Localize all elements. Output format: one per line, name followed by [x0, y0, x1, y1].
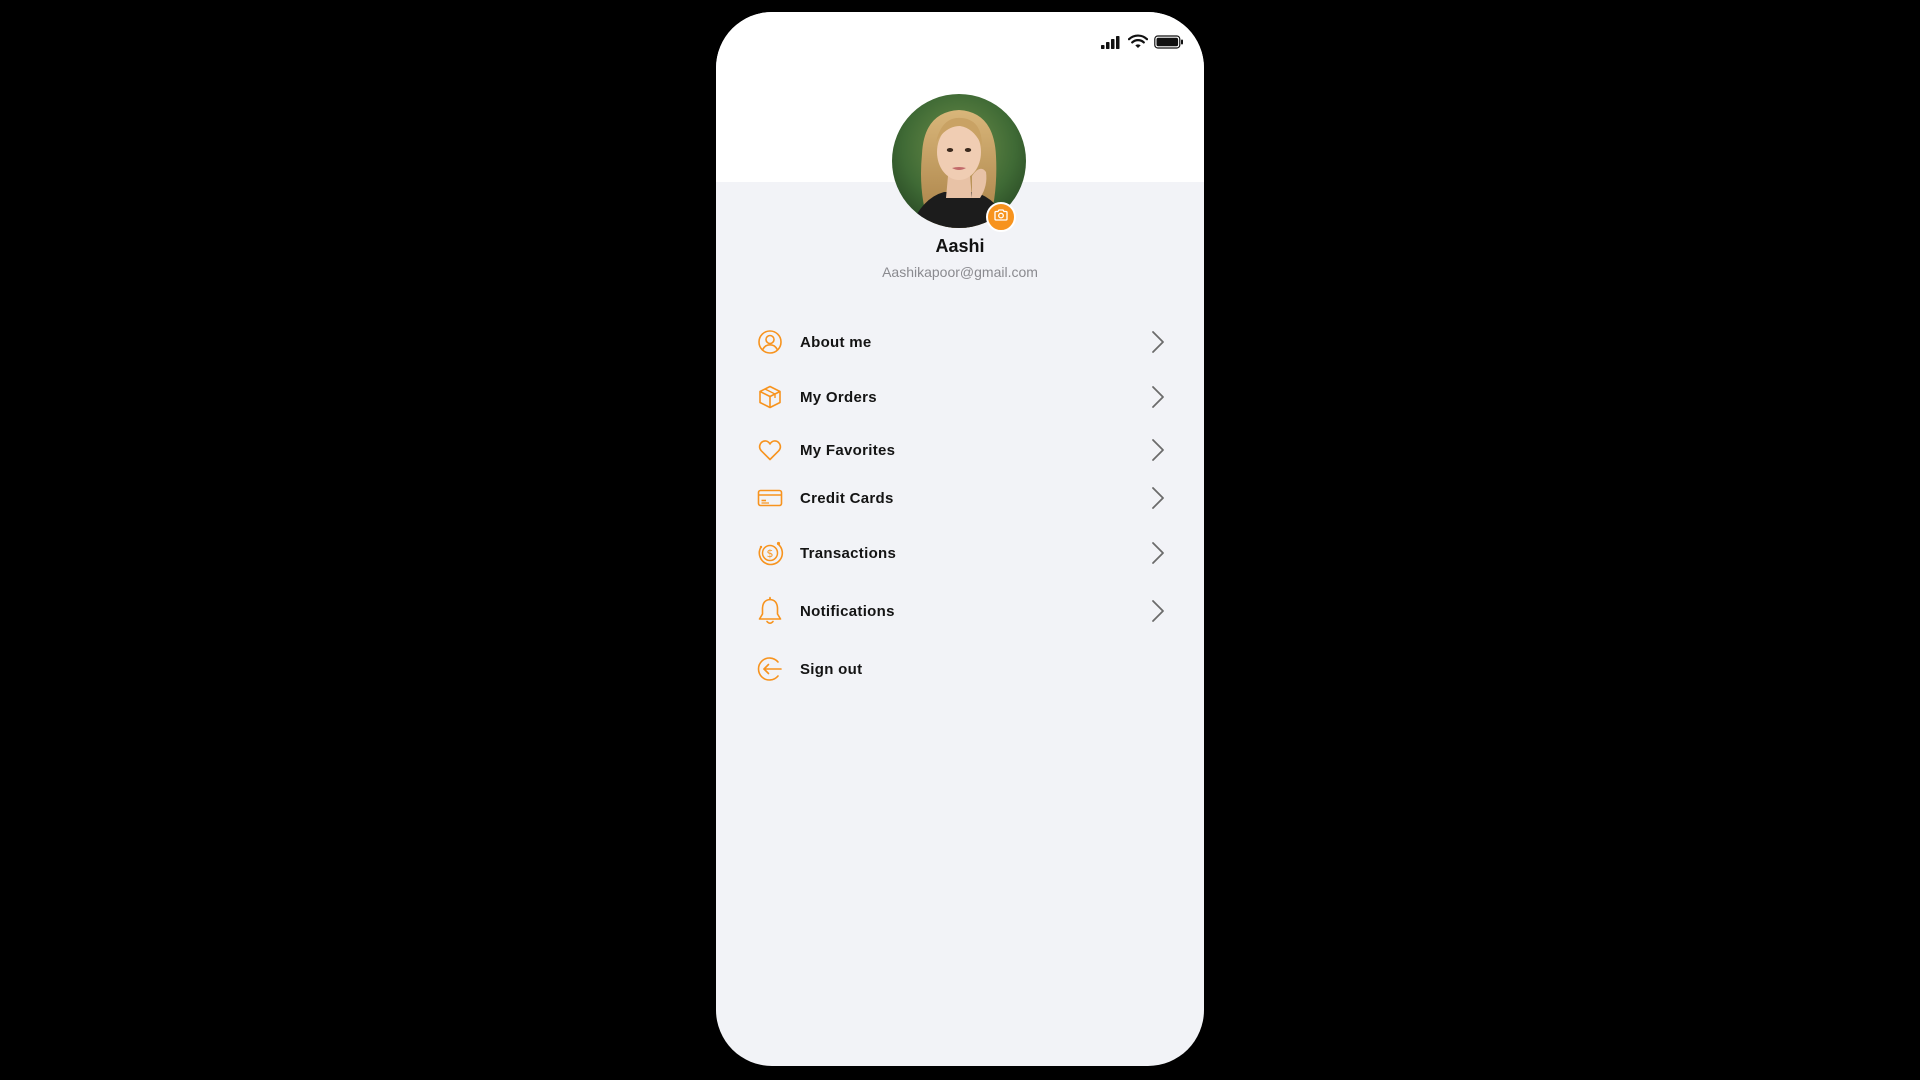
menu-item-label: Transactions [800, 544, 897, 562]
box-icon [756, 383, 784, 411]
change-photo-button[interactable] [986, 202, 1016, 232]
chevron-right-icon [1148, 599, 1168, 623]
menu-item-notifications[interactable]: Notifications [756, 591, 1168, 631]
wifi-icon [1128, 34, 1148, 49]
menu-item-label: Sign out [800, 660, 863, 678]
sign-out-icon [756, 655, 784, 683]
menu-item-my-favorites[interactable]: My Favorites [756, 430, 1168, 470]
profile-email: Aashikapoor@gmail.com [882, 264, 1038, 280]
profile-name: Aashi [935, 236, 985, 256]
menu-item-about-me[interactable]: About me [756, 322, 1168, 362]
chevron-right-icon [1148, 541, 1168, 565]
menu-item-credit-cards[interactable]: Credit Cards [756, 478, 1168, 518]
credit-card-icon [756, 484, 784, 512]
dollar-coin-icon: $ [756, 539, 784, 567]
battery-icon [1154, 34, 1184, 49]
menu-item-label: About me [800, 333, 872, 351]
menu-item-sign-out[interactable]: Sign out [756, 649, 1168, 689]
camera-icon [994, 208, 1008, 226]
menu-item-label: Notifications [800, 602, 895, 620]
menu-item-label: Credit Cards [800, 489, 894, 507]
chevron-right-icon [1148, 385, 1168, 409]
menu-item-transactions[interactable]: $ Transactions [756, 533, 1168, 573]
cellular-signal-icon [1100, 35, 1122, 49]
menu-item-label: My Orders [800, 388, 877, 406]
chevron-right-icon [1148, 330, 1168, 354]
chevron-right-icon [1148, 486, 1168, 510]
profile-avatar-container [892, 94, 1026, 232]
menu-item-my-orders[interactable]: My Orders [756, 377, 1168, 417]
user-icon [756, 328, 784, 356]
chevron-right-icon [1148, 438, 1168, 462]
menu-item-label: My Favorites [800, 441, 896, 459]
heart-icon [756, 436, 784, 464]
phone-frame: Aashi Aashikapoor@gmail.com About me My … [716, 12, 1204, 1066]
svg-text:$: $ [767, 547, 774, 560]
status-bar [1100, 34, 1184, 49]
bell-icon [756, 596, 784, 625]
